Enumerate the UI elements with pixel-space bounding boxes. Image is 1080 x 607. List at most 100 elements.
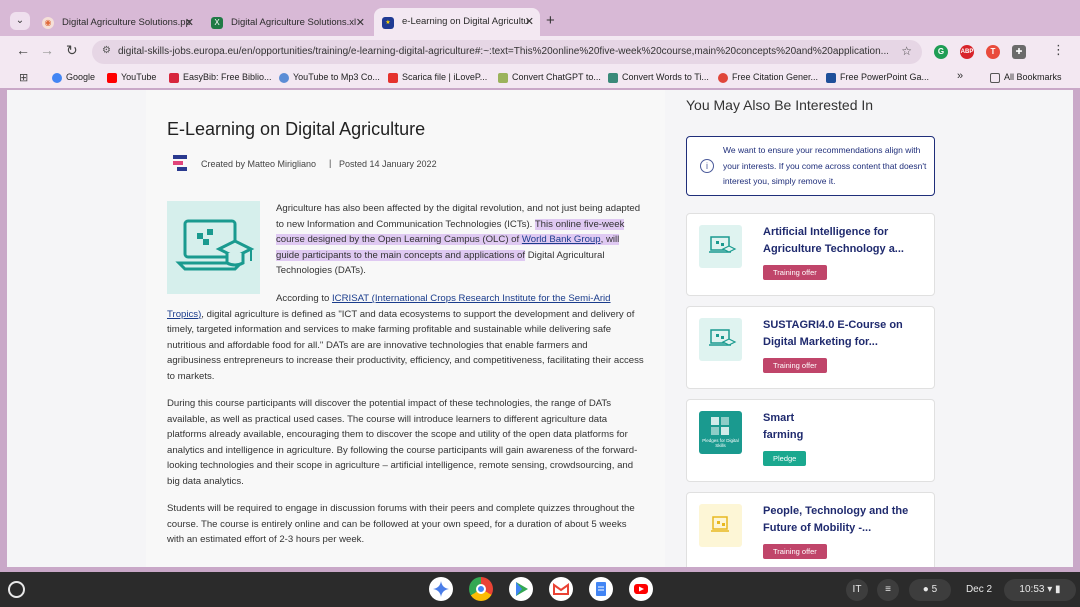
bookmark-citation[interactable]: Free Citation Gener... [718,72,818,83]
tab-xlsx[interactable]: X Digital Agriculture Solutions.xl ✕ [203,10,371,36]
launcher-icon[interactable] [8,581,25,598]
posted-date: Posted 14 January 2022 [339,159,437,169]
type-badge: Training offer [763,544,827,559]
youtube-app-icon[interactable] [629,577,653,601]
course-illustration [167,201,260,294]
gmail-icon[interactable] [549,577,573,601]
cloud-icon [279,73,289,83]
article: E-Learning on Digital Agriculture Create… [146,90,665,567]
address-bar[interactable]: ⚙ digital-skills-jobs.europa.eu/en/oppor… [92,40,922,64]
thumb-caption: Pledges for Digital Skills [702,438,739,448]
back-button[interactable]: ← [16,42,30,58]
easybib-icon [169,73,179,83]
new-tab-button[interactable]: + [546,12,555,29]
os-shelf: IT ≡ ● 5 Dec 2 10:53 ▾ ▮ [0,572,1080,607]
meta-separator: | [329,158,332,168]
close-icon[interactable]: ✕ [525,8,534,36]
bookmark-powerpoint[interactable]: Free PowerPoint Ga... [826,72,929,83]
page-viewport: E-Learning on Digital Agriculture Create… [7,90,1073,567]
bookmark-ilovepdf[interactable]: Scarica file | iLoveP... [388,72,487,83]
card-title[interactable]: Artificial Intelligence for Agriculture … [763,224,923,258]
browser-toolbar: ← → ↻ ⚙ digital-skills-jobs.europa.eu/en… [0,36,1080,68]
forward-button[interactable]: → [40,42,54,58]
tab-search-button[interactable]: ⌄ [10,12,30,30]
info-icon: i [700,159,714,173]
author-logo-icon [173,155,187,171]
close-icon[interactable]: ✕ [185,10,194,36]
docs-icon[interactable] [589,577,613,601]
battery-icon: ▮ [1055,584,1061,595]
convert-icon [498,73,508,83]
type-badge: Pledge [763,451,807,466]
notification-count: 5 [931,584,938,595]
card-title[interactable]: Smart farming [763,410,823,444]
wifi-icon: ▾ [1047,584,1053,595]
slides-icon: ◉ [42,17,54,29]
menu-kebab-icon[interactable]: ⋮ [1052,42,1065,58]
play-store-icon[interactable] [509,577,533,601]
laptop-graduation-icon [175,219,255,271]
sidebar-title: You May Also Be Interested In [686,97,874,113]
recommendation-card[interactable]: Artificial Intelligence for Agriculture … [686,213,935,296]
all-bookmarks-button[interactable]: All Bookmarks [990,72,1062,83]
clock: 10:53 [1019,584,1045,595]
card-title[interactable]: SUSTAGRI4.0 E-Course on Digital Marketin… [763,317,923,351]
recommendation-notice: i We want to ensure your recommendations… [686,136,935,196]
bookmark-star-icon[interactable]: ☆ [901,44,912,58]
tab-strip: ⌄ ◉ Digital Agriculture Solutions.pp ✕ X… [0,0,1080,40]
apps-grid-icon[interactable]: ⊞ [19,71,28,84]
type-badge: Training offer [763,358,827,373]
tab-title: Digital Agriculture Solutions.xl [231,17,357,28]
url-text[interactable]: digital-skills-jobs.europa.eu/en/opportu… [118,46,888,57]
pledge-icon: Pledges for Digital Skills [699,411,742,454]
site-info-icon[interactable]: ⚙ [102,45,111,56]
bookmark-ytmp3[interactable]: YouTube to Mp3 Co... [279,72,380,83]
gemini-icon[interactable] [429,577,453,601]
bookmark-youtube[interactable]: YouTube [107,72,156,83]
google-icon [52,73,62,83]
recommendation-card[interactable]: People, Technology and the Future of Mob… [686,492,935,567]
bookmark-google[interactable]: Google [52,72,95,83]
bookmark-chatgpt[interactable]: Convert ChatGPT to... [498,72,601,83]
extensions-puzzle-icon[interactable]: ✚ [1012,45,1026,59]
grammarly-icon[interactable]: G [934,45,948,59]
mic-icon: ● [922,584,929,595]
tab-pptx[interactable]: ◉ Digital Agriculture Solutions.pp ✕ [34,10,200,36]
card-title[interactable]: People, Technology and the Future of Mob… [763,503,923,537]
date-display[interactable]: Dec 2 [958,579,1000,601]
youtube-icon [107,73,117,83]
tab-title: e-Learning on Digital Agricultu [402,16,529,27]
paragraph-4: Students will be required to engage in d… [167,503,635,546]
convert-words-icon [608,73,618,83]
notifications-tray[interactable]: ● 5 [909,579,951,601]
bookmark-words[interactable]: Convert Words to Ti... [608,72,709,83]
folder-icon [990,73,1000,83]
paragraph-3: During this course participants will dis… [167,398,638,487]
created-by: Created by Matteo Mirigliano [201,159,317,169]
more-bookmarks-button[interactable]: » [957,70,963,82]
bookmarks-bar: ⊞ Google YouTube EasyBib: Free Biblio...… [0,68,1080,88]
recommendation-card[interactable]: SUSTAGRI4.0 E-Course on Digital Marketin… [686,306,935,389]
laptop-graduation-icon [699,225,742,268]
close-icon[interactable]: ✕ [356,10,365,36]
ilovepdf-icon [388,73,398,83]
tp-extension-icon[interactable]: T [986,45,1000,59]
bookmark-easybib[interactable]: EasyBib: Free Biblio... [169,72,272,83]
citation-icon [718,73,728,83]
tab-title: Digital Agriculture Solutions.pp [62,17,191,28]
laptop-graduation-icon [699,318,742,361]
paragraph-1: Agriculture has also been affected by th… [276,203,641,277]
powerpoint-icon [826,73,836,83]
eu-flag-icon: ★ [382,17,394,29]
world-bank-link[interactable]: World Bank Group [521,234,601,246]
status-area[interactable]: 10:53 ▾ ▮ [1004,579,1076,601]
reload-button[interactable]: ↻ [66,42,78,59]
paragraph-2: According to ICRISAT (International Crop… [167,293,644,382]
chrome-icon[interactable] [469,577,493,601]
clipboard-icon[interactable]: ≡ [877,579,899,601]
chromeos-screen: ⌄ ◉ Digital Agriculture Solutions.pp ✕ X… [0,0,1080,607]
adblock-icon[interactable]: ABP [960,45,974,59]
recommendation-card[interactable]: Pledges for Digital Skills Smart farming… [686,399,935,482]
input-method-indicator[interactable]: IT [846,579,868,601]
type-badge: Training offer [763,265,827,280]
